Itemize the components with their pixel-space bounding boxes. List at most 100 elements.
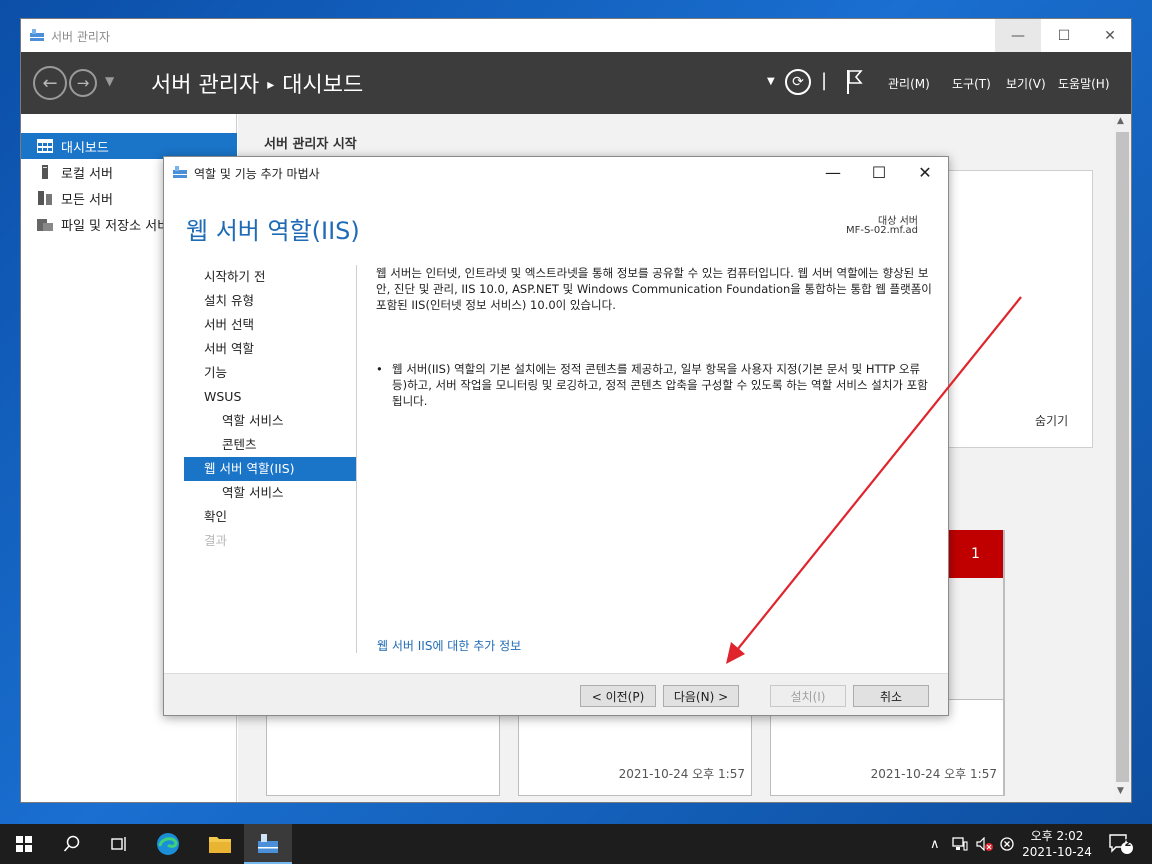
- more-info-link[interactable]: 웹 서버 IIS에 대한 추가 정보: [377, 637, 521, 654]
- tile-border: [1003, 530, 1005, 796]
- sidebar-item-label: 대시보드: [61, 140, 109, 156]
- local-server-icon: [42, 165, 48, 179]
- wizard-titlebar[interactable]: 역할 및 기능 추가 마법사 — ☐ ✕: [164, 157, 948, 187]
- all-servers-icon: [38, 191, 52, 205]
- network-tray-button[interactable]: [952, 824, 968, 864]
- tile-timestamp: 2021-10-24 오후 1:57: [618, 767, 745, 781]
- tile-timestamp: 2021-10-24 오후 1:57: [870, 767, 997, 781]
- arrow-right-icon: →: [76, 74, 90, 92]
- bullet-marker: •: [376, 362, 383, 376]
- wizard-step[interactable]: 서버 선택: [184, 313, 356, 337]
- section-title: 서버 관리자 시작: [264, 137, 357, 152]
- network-icon: [952, 837, 968, 851]
- server-manager-app-icon: [173, 166, 187, 178]
- cancel-button[interactable]: 취소: [853, 685, 929, 707]
- steps-divider: [356, 265, 357, 653]
- wizard-minimize-button[interactable]: —: [810, 157, 856, 187]
- server-manager-taskbar-button[interactable]: [244, 824, 292, 864]
- close-button[interactable]: ✕: [1087, 19, 1133, 52]
- header-dropdown[interactable]: ▼: [767, 76, 775, 87]
- wizard-step[interactable]: 서버 역할: [184, 337, 356, 361]
- menu-help[interactable]: 도움말(H): [1058, 75, 1110, 92]
- role-bullet-text: 웹 서버(IIS) 역할의 기본 설치에는 정적 콘텐츠를 제공하고, 일부 항…: [392, 362, 928, 408]
- role-description: 웹 서버는 인터넷, 인트라넷 및 엑스트라넷을 통해 정보를 공유할 수 있는…: [376, 266, 932, 312]
- triangle-down-icon: ▼: [105, 74, 115, 88]
- clock-date: 2021-10-24: [1022, 845, 1092, 859]
- action-center-button[interactable]: 2: [1108, 824, 1138, 864]
- error-circle-icon: [1000, 837, 1014, 851]
- wizard-substep[interactable]: 역할 서비스: [184, 481, 356, 505]
- task-view-icon: [111, 837, 126, 851]
- volume-muted-icon: [976, 837, 993, 851]
- clock-time: 오후 2:02: [1030, 829, 1084, 843]
- server-manager-app-icon: [30, 29, 44, 41]
- wizard-step[interactable]: WSUS: [184, 385, 356, 409]
- forward-button[interactable]: →: [69, 69, 97, 97]
- scrollbar-thumb[interactable]: [1116, 132, 1129, 782]
- server-manager-app-icon: [258, 834, 278, 853]
- wizard-title: 역할 및 기능 추가 마법사: [194, 167, 320, 181]
- server-manager-window-title: 서버 관리자: [51, 30, 111, 44]
- search-icon: [63, 835, 80, 852]
- tray-overflow-button[interactable]: ∧: [930, 824, 940, 864]
- scroll-down-icon[interactable]: ▼: [1117, 786, 1124, 796]
- nav-history-dropdown[interactable]: ▼: [105, 74, 114, 88]
- breadcrumb-page: 대시보드: [282, 73, 364, 98]
- add-roles-wizard-dialog: 역할 및 기능 추가 마법사 — ☐ ✕ 웹 서버 역할(IIS) 대상 서버 …: [163, 156, 949, 716]
- maximize-icon: ☐: [1057, 27, 1071, 44]
- vertical-scrollbar[interactable]: ▲ ▼: [1114, 114, 1131, 802]
- menu-tools[interactable]: 도구(T): [952, 75, 991, 92]
- wizard-step-disabled: 결과: [204, 533, 228, 548]
- error-tray-button[interactable]: [1000, 824, 1014, 864]
- wizard-step[interactable]: 시작하기 전: [184, 265, 356, 289]
- clock[interactable]: 오후 2:02 2021-10-24: [1018, 828, 1096, 862]
- edge-browser-button[interactable]: [144, 824, 192, 864]
- wizard-step[interactable]: 설치 유형: [184, 289, 356, 313]
- back-button[interactable]: ←: [33, 66, 67, 100]
- refresh-icon: ⟳: [792, 74, 804, 90]
- next-button[interactable]: 다음(N) >: [663, 685, 739, 707]
- wizard-maximize-button[interactable]: ☐: [856, 157, 902, 187]
- menu-view[interactable]: 보기(V): [1006, 75, 1046, 92]
- maximize-button[interactable]: ☐: [1041, 19, 1087, 52]
- alert-count-badge[interactable]: 1: [947, 530, 1004, 578]
- previous-button[interactable]: < 이전(P): [580, 685, 656, 707]
- file-explorer-button[interactable]: [196, 824, 244, 864]
- wizard-close-button[interactable]: ✕: [902, 157, 948, 187]
- wizard-step-active[interactable]: 웹 서버 역할(IIS): [184, 457, 356, 481]
- hide-link[interactable]: 숨기기: [1035, 412, 1068, 429]
- server-manager-titlebar[interactable]: 서버 관리자 — ☐ ✕: [21, 19, 1131, 52]
- install-button: 설치(I): [770, 685, 846, 707]
- minimize-button[interactable]: —: [995, 19, 1041, 52]
- minimize-icon: —: [1011, 27, 1025, 44]
- wizard-substep[interactable]: 역할 서비스: [184, 409, 356, 433]
- chevron-up-icon: ∧: [930, 836, 940, 852]
- role-bullet: • 웹 서버(IIS) 역할의 기본 설치에는 정적 콘텐츠를 제공하고, 일부…: [376, 361, 932, 409]
- alert-count: 1: [971, 546, 980, 562]
- start-button[interactable]: [0, 824, 48, 864]
- triangle-down-icon: ▼: [767, 76, 775, 87]
- wizard-footer: < 이전(P) 다음(N) > 설치(I) 취소: [164, 673, 948, 715]
- wizard-step[interactable]: 기능: [184, 361, 356, 385]
- wizard-heading: 웹 서버 역할(IIS): [186, 217, 360, 245]
- sidebar-item-label: 로컬 서버: [61, 166, 113, 182]
- close-icon: ✕: [918, 162, 932, 182]
- wizard-step[interactable]: 확인: [184, 505, 356, 529]
- windows-logo-icon: [16, 836, 32, 852]
- maximize-icon: ☐: [871, 162, 887, 182]
- minimize-icon: —: [825, 162, 841, 182]
- menu-manage[interactable]: 관리(M): [888, 75, 930, 92]
- breadcrumb-app: 서버 관리자: [151, 73, 260, 98]
- search-button[interactable]: [48, 824, 96, 864]
- taskbar: ∧ 오후 2:02 2021-10-24 2: [0, 824, 1152, 864]
- notification-flag-icon[interactable]: [845, 69, 863, 95]
- scroll-up-icon[interactable]: ▲: [1117, 116, 1124, 126]
- wizard-substep[interactable]: 콘텐츠: [184, 433, 356, 457]
- volume-tray-button[interactable]: [976, 824, 994, 864]
- dashboard-icon: [37, 139, 53, 153]
- breadcrumb: 서버 관리자 ▸ 대시보드: [151, 67, 363, 99]
- close-icon: ✕: [1104, 27, 1116, 44]
- header-divider: |: [821, 70, 828, 91]
- refresh-button[interactable]: ⟳: [785, 69, 811, 95]
- task-view-button[interactable]: [96, 824, 144, 864]
